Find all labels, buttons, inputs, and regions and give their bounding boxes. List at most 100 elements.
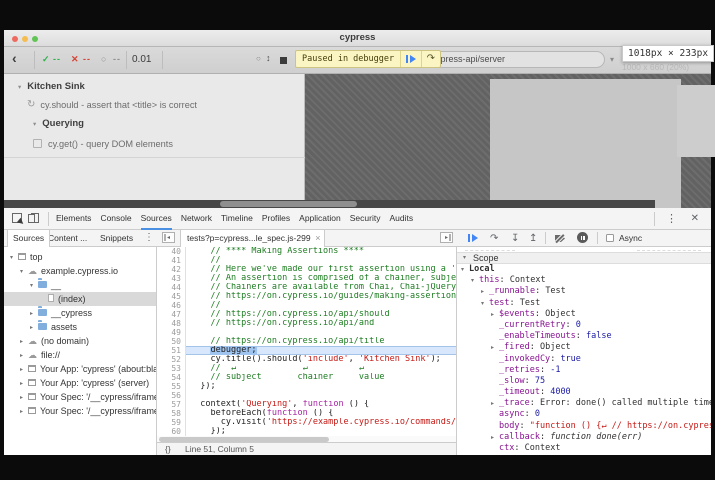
disclosure-triangle-icon[interactable]: ▸ bbox=[491, 343, 499, 353]
disclosure-triangle-icon[interactable]: ▾ bbox=[471, 276, 479, 286]
scope-row-_fired[interactable]: ▸_fired: Object bbox=[457, 342, 711, 353]
step-out-button[interactable]: ↥ bbox=[529, 231, 537, 246]
disclosure-triangle-icon[interactable]: ▾ bbox=[20, 268, 28, 275]
tree-item--index-[interactable]: (index) bbox=[4, 292, 156, 306]
toggle-navigator-icon[interactable]: ◂ bbox=[162, 232, 175, 243]
line-number[interactable]: 53 bbox=[157, 364, 184, 373]
scope-row-_slow[interactable]: _slow: 75 bbox=[457, 376, 711, 387]
devtools-tab-sources[interactable]: Sources bbox=[141, 208, 172, 230]
devtools-close-icon[interactable]: ✕ bbox=[691, 208, 699, 230]
scope-row-this[interactable]: ▾this: Context bbox=[457, 275, 711, 286]
line-number[interactable]: 44 bbox=[157, 283, 184, 292]
test-cy-get[interactable]: cy.get() - query DOM elements bbox=[4, 136, 304, 151]
line-number[interactable]: 52 bbox=[157, 355, 184, 364]
left-panel-tab-content-scripts[interactable]: Content ... bbox=[48, 230, 87, 246]
pause-on-exceptions-icon[interactable] bbox=[577, 232, 588, 243]
code-line-45[interactable]: 45 // https://on.cypress.io/guides/makin… bbox=[157, 292, 456, 301]
scope-section-header[interactable]: ▾ Scope bbox=[457, 252, 711, 264]
disclosure-triangle-icon[interactable]: ▾ bbox=[33, 120, 36, 128]
code-line-53[interactable]: 53 // ↵ ↵ ↵ bbox=[157, 364, 456, 373]
suite-querying[interactable]: ▾ Querying bbox=[4, 116, 304, 131]
devtools-tab-elements[interactable]: Elements bbox=[56, 208, 91, 230]
deactivate-breakpoints-icon[interactable] bbox=[555, 235, 566, 242]
line-number[interactable]: 56 bbox=[157, 391, 184, 400]
scope-row-_enabletimeouts[interactable]: _enableTimeouts: false bbox=[457, 331, 711, 342]
devtools-menu-icon[interactable]: ⋮ bbox=[666, 208, 677, 230]
code-line-46[interactable]: 46 // bbox=[157, 301, 456, 310]
line-number[interactable]: 57 bbox=[157, 400, 184, 409]
tree-item-your-app-cypress-about-blank[interactable]: ▸Your App: 'cypress' (about:blank bbox=[4, 362, 156, 376]
code-line-50[interactable]: 50 // https://on.cypress.io/api/title bbox=[157, 337, 456, 346]
line-number[interactable]: 59 bbox=[157, 418, 184, 427]
tree-item--[interactable]: ▾__ bbox=[4, 278, 156, 292]
code-line-59[interactable]: 59 cy.visit('https://example.cypress.io/… bbox=[157, 418, 456, 427]
disclosure-triangle-icon[interactable]: ▸ bbox=[20, 408, 28, 415]
code-line-55[interactable]: 55 }); bbox=[157, 382, 456, 391]
line-number[interactable]: 49 bbox=[157, 328, 184, 337]
disclosure-triangle-icon[interactable]: ▸ bbox=[491, 433, 499, 443]
code-line-42[interactable]: 42 // Here we've made our first assertio… bbox=[157, 265, 456, 274]
scope-row-_invokedcy[interactable]: _invokedCy: true bbox=[457, 354, 711, 365]
disclosure-triangle-icon[interactable]: ▾ bbox=[10, 254, 18, 261]
line-number[interactable]: 54 bbox=[157, 373, 184, 382]
code-line-47[interactable]: 47 // https://on.cypress.io/api/should bbox=[157, 310, 456, 319]
async-checkbox[interactable] bbox=[606, 234, 614, 242]
line-number[interactable]: 46 bbox=[157, 301, 184, 310]
disclosure-triangle-icon[interactable]: ▸ bbox=[491, 399, 499, 409]
disclosure-triangle-icon[interactable]: ▸ bbox=[491, 310, 499, 320]
devtools-tab-security[interactable]: Security bbox=[350, 208, 381, 230]
pretty-print-icon[interactable]: {} bbox=[165, 443, 171, 455]
left-panel-overflow-icon[interactable]: ⋮ bbox=[144, 230, 154, 246]
code-line-43[interactable]: 43 // An assertion is comprised of a cha… bbox=[157, 274, 456, 283]
step-over-button[interactable]: ↷ bbox=[490, 231, 498, 246]
devtools-tab-timeline[interactable]: Timeline bbox=[221, 208, 253, 230]
disclosure-triangle-icon[interactable]: ▾ bbox=[18, 83, 21, 91]
line-number[interactable]: 55 bbox=[157, 382, 184, 391]
disclosure-triangle-icon[interactable]: ▸ bbox=[30, 324, 38, 331]
scope-row-async[interactable]: async: 0 bbox=[457, 409, 711, 420]
scope-row-_trace[interactable]: ▸_trace: Error: done() called multiple t… bbox=[457, 398, 711, 409]
test-cy-should[interactable]: ↻ cy.should - assert that <title> is cor… bbox=[4, 97, 304, 112]
scope-row-_currentretry[interactable]: _currentRetry: 0 bbox=[457, 320, 711, 331]
tree-item-your-spec-cypress-iframes-i[interactable]: ▸Your Spec: '/__cypress/iframes/i bbox=[4, 404, 156, 418]
scope-row-test[interactable]: ▾test: Test bbox=[457, 298, 711, 309]
stop-button[interactable] bbox=[280, 57, 287, 64]
scope-row-_timeout[interactable]: _timeout: 4000 bbox=[457, 387, 711, 398]
line-number[interactable]: 42 bbox=[157, 265, 184, 274]
resume-script-button[interactable] bbox=[468, 234, 478, 242]
scope-row-_retries[interactable]: _retries: -1 bbox=[457, 365, 711, 376]
tree-item-example-cypress-io[interactable]: ▾☁example.cypress.io bbox=[4, 264, 156, 278]
badge-resume-button[interactable] bbox=[400, 51, 421, 67]
toggle-drawer-icon[interactable]: ▸ bbox=[440, 232, 453, 243]
editor-tab[interactable]: tests?p=cypress...le_spec.js-299× bbox=[180, 230, 325, 247]
tree-item-your-spec-cypress-iframes-i[interactable]: ▸Your Spec: '/__cypress/iframes/i bbox=[4, 390, 156, 404]
line-number[interactable]: 43 bbox=[157, 274, 184, 283]
scope-row-callback[interactable]: ▸callback: function done(err) bbox=[457, 432, 711, 443]
line-number[interactable]: 48 bbox=[157, 319, 184, 328]
scope-row-body[interactable]: body: "function () {↵ // https://on.cypr… bbox=[457, 421, 711, 432]
devtools-tab-profiles[interactable]: Profiles bbox=[262, 208, 290, 230]
app-horizontal-scrollbar[interactable] bbox=[4, 200, 655, 208]
badge-step-over-button[interactable]: ↷ bbox=[421, 51, 440, 67]
scope-row-ctx[interactable]: ctx: Context bbox=[457, 443, 711, 454]
code-line-40[interactable]: 40 // **** Making Assertions **** bbox=[157, 247, 456, 256]
device-toolbar-icon[interactable] bbox=[31, 213, 39, 223]
code-line-54[interactable]: 54 // subject chainer value bbox=[157, 373, 456, 382]
url-dropdown-caret[interactable]: ▾ bbox=[610, 55, 614, 64]
tree-item--cypress[interactable]: ▸__cypress bbox=[4, 306, 156, 320]
code-line-49[interactable]: 49 bbox=[157, 328, 456, 337]
disclosure-triangle-icon[interactable]: ▸ bbox=[30, 310, 38, 317]
devtools-tab-network[interactable]: Network bbox=[181, 208, 212, 230]
code-line-58[interactable]: 58 beforeEach(function () { bbox=[157, 409, 456, 418]
code-line-56[interactable]: 56 bbox=[157, 391, 456, 400]
tree-item-assets[interactable]: ▸assets bbox=[4, 320, 156, 334]
disclosure-triangle-icon[interactable]: ▾ bbox=[30, 282, 38, 289]
disclosure-triangle-icon[interactable]: ▸ bbox=[20, 394, 28, 401]
disclosure-triangle-icon[interactable]: ▸ bbox=[20, 338, 28, 345]
code-line-44[interactable]: 44 // Chainers are available from Chai, … bbox=[157, 283, 456, 292]
scrollbar-thumb[interactable] bbox=[220, 201, 357, 207]
code-line-52[interactable]: 52 cy.title().should('include', 'Kitchen… bbox=[157, 355, 456, 364]
scope-row-_runnable[interactable]: ▸_runnable: Test bbox=[457, 286, 711, 297]
disclosure-triangle-icon[interactable]: ▸ bbox=[481, 287, 489, 297]
devtools-tab-application[interactable]: Application bbox=[299, 208, 341, 230]
